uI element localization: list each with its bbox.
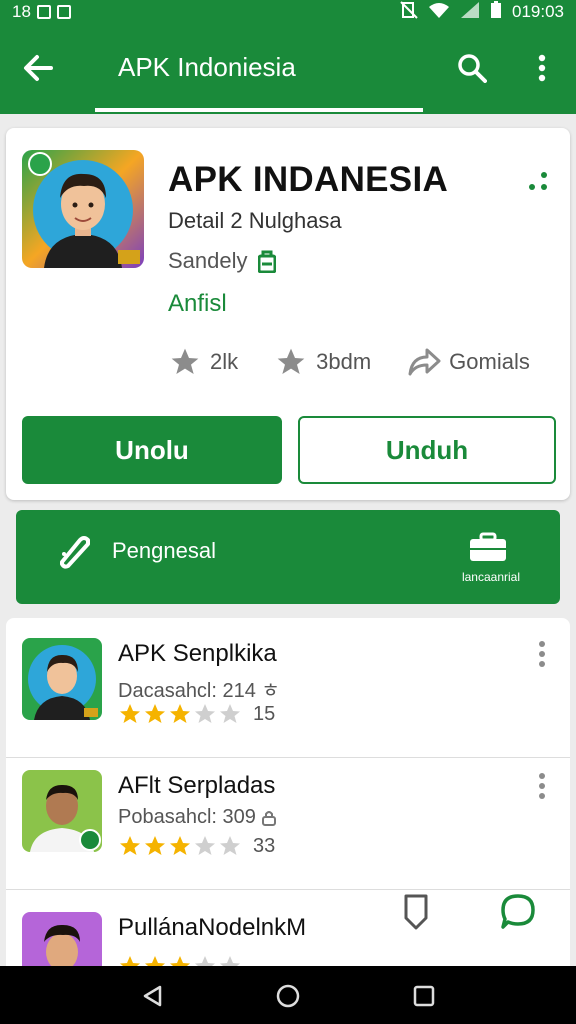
bookmark-icon[interactable] (398, 892, 434, 932)
rating-stars (118, 702, 243, 726)
status-time: 019:03 (512, 2, 564, 21)
rating-star-icon (220, 704, 240, 723)
rating-star-icon (220, 836, 240, 855)
wifi-icon (428, 1, 450, 24)
rating-count: 33 (253, 834, 276, 857)
app-detail-card: APK INDANESIA Detail 2 Nulghasa Sandely … (6, 128, 570, 500)
download-button[interactable]: Unduh (298, 416, 556, 484)
search-button[interactable] (452, 48, 492, 88)
chat-icon[interactable] (500, 892, 536, 932)
triangle-back-icon (143, 985, 162, 1007)
briefcase-icon (468, 532, 508, 564)
star-icon (171, 348, 199, 374)
search-icon (458, 54, 487, 83)
app-bar: APK Indoniesia (0, 24, 576, 114)
more-vert-icon (539, 641, 545, 667)
status-left-text: 18 (12, 2, 31, 21)
stats-row: 2lk 3bdm Gomials (168, 346, 558, 378)
nav-recents-button[interactable] (408, 980, 440, 1012)
list-item-rating: 33 (118, 834, 275, 858)
arrow-left-icon (24, 55, 53, 81)
star-icon (277, 348, 305, 374)
rating-star-icon (145, 836, 165, 855)
rating-star-icon (195, 836, 215, 855)
banner-right-label: lancaanrial (461, 570, 521, 584)
rating-star-icon (195, 704, 215, 723)
lock-icon (261, 810, 276, 826)
app-list: APK Senplkika Dacasahcl: 214 ㅎ 15 AFlt S… (6, 618, 570, 978)
stat-downloads: 3bdm (274, 346, 371, 378)
mail-notification-icon (56, 5, 71, 19)
mute-icon (400, 0, 418, 24)
image-notification-icon (36, 5, 51, 19)
stat-rating: 2lk (168, 346, 238, 378)
rating-star-icon (145, 704, 165, 723)
promo-banner[interactable]: Pengnesal lancaanrial (16, 510, 560, 604)
stat-rating-label: 2lk (210, 349, 239, 374)
more-options-icon[interactable] (522, 170, 552, 194)
rating-stars (118, 834, 243, 858)
stat-downloads-label: 3bdm (316, 349, 372, 374)
developer-row[interactable]: Sandely (168, 248, 276, 274)
list-item-menu-button[interactable] (530, 772, 554, 800)
status-bar: 18 019:03 (0, 0, 576, 24)
tab-indicator (95, 108, 423, 112)
more-vert-icon (539, 773, 545, 799)
rating-star-icon (120, 836, 140, 855)
app-name: APK INDANESIA (168, 160, 449, 199)
bag-icon (257, 250, 276, 273)
system-nav-bar (0, 966, 576, 1024)
app-bar-title: APK Indoniesia (118, 52, 296, 82)
list-item[interactable]: AFlt Serpladas Pobasahcl: 309 33 (6, 750, 570, 890)
rating-star-icon (170, 704, 190, 723)
app-avatar-icon (22, 150, 144, 268)
list-item[interactable]: APK Senplkika Dacasahcl: 214 ㅎ 15 (6, 618, 570, 758)
list-item-subtitle: Dacasahcl: 214 ㅎ (118, 680, 280, 702)
list-item-subtitle-text: Pobasahcl: 309 (118, 806, 256, 828)
signal-icon (460, 1, 480, 24)
share-icon (408, 348, 441, 376)
tag-icon (54, 532, 94, 572)
more-vert-icon (538, 54, 546, 82)
nav-back-button[interactable] (136, 980, 168, 1012)
battery-icon (490, 0, 502, 24)
developer-name: Sandely (168, 248, 248, 273)
list-item-subtitle: Pobasahcl: 309 (118, 806, 276, 829)
stat-share-label: Gomials (449, 349, 530, 374)
avatar (22, 638, 102, 720)
nav-home-button[interactable] (272, 980, 304, 1012)
list-item-menu-button[interactable] (530, 640, 554, 668)
category-label[interactable]: Anfisl (168, 290, 227, 318)
primary-action-button[interactable]: Unolu (22, 416, 282, 484)
circle-home-icon (276, 984, 300, 1008)
overflow-menu-button[interactable] (524, 48, 560, 88)
stat-share[interactable]: Gomials (407, 347, 530, 377)
square-recents-icon (413, 985, 435, 1007)
rating-star-icon (170, 836, 190, 855)
rating-count: 15 (253, 702, 276, 725)
list-item-title: PullánaNodelnkM (118, 914, 307, 941)
back-button[interactable] (18, 48, 58, 88)
list-item-rating: 15 (118, 702, 275, 726)
app-subtitle: Detail 2 Nulghasa (168, 208, 342, 233)
banner-label: Pengnesal (112, 538, 216, 563)
list-item-title: APK Senplkika (118, 640, 277, 667)
rating-star-icon (120, 704, 140, 723)
list-item-title: AFlt Serpladas (118, 772, 276, 799)
avatar (22, 770, 102, 852)
